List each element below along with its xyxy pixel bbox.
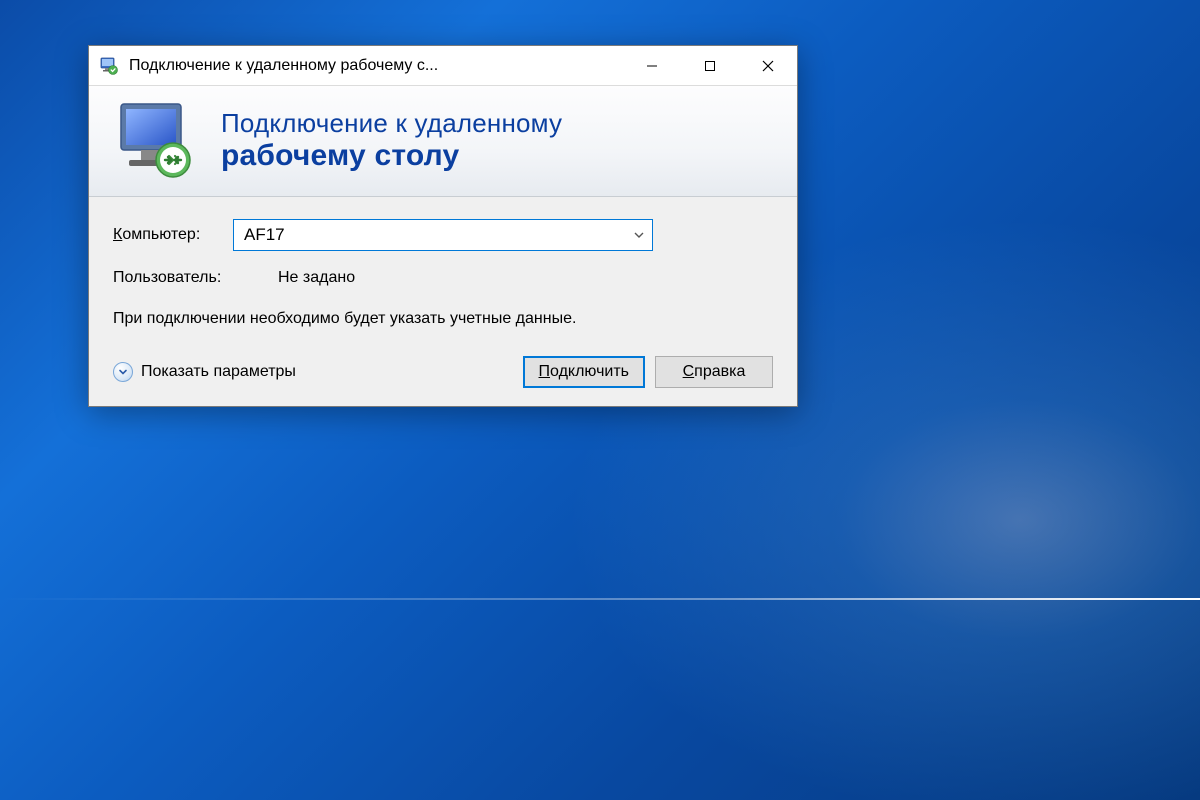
show-options-button[interactable]: Показать параметры — [113, 362, 296, 382]
dialog-body: Компьютер: Пользователь: Не задано При п… — [89, 197, 797, 406]
rdp-dialog: Подключение к удаленному рабочему с... — [88, 45, 798, 407]
titlebar[interactable]: Подключение к удаленному рабочему с... — [89, 46, 797, 86]
expand-chevron-icon — [113, 362, 133, 382]
credentials-info: При подключении необходимо будет указать… — [113, 307, 653, 330]
window-controls — [623, 46, 797, 85]
show-options-label: Показать параметры — [141, 363, 296, 381]
minimize-button[interactable] — [623, 46, 681, 85]
rdp-large-icon — [111, 100, 201, 180]
connect-button[interactable]: Подключить — [523, 356, 645, 388]
window-title: Подключение к удаленному рабочему с... — [129, 57, 623, 75]
user-row: Пользователь: Не задано — [113, 269, 773, 287]
banner-title-line1: Подключение к удаленному — [221, 108, 562, 139]
help-button[interactable]: Справка — [655, 356, 773, 388]
computer-input[interactable] — [234, 221, 626, 249]
dialog-footer: Показать параметры Подключить Справка — [113, 356, 773, 388]
maximize-button[interactable] — [681, 46, 739, 85]
user-label: Пользователь: — [113, 269, 278, 287]
dialog-banner: Подключение к удаленному рабочему столу — [89, 86, 797, 197]
rdp-app-icon — [99, 56, 119, 76]
computer-row: Компьютер: — [113, 219, 773, 251]
computer-combobox[interactable] — [233, 219, 653, 251]
chevron-down-icon[interactable] — [626, 229, 652, 241]
computer-label: Компьютер: — [113, 226, 233, 244]
close-button[interactable] — [739, 46, 797, 85]
banner-title-line2: рабочему столу — [221, 139, 562, 173]
user-value: Не задано — [278, 269, 355, 287]
